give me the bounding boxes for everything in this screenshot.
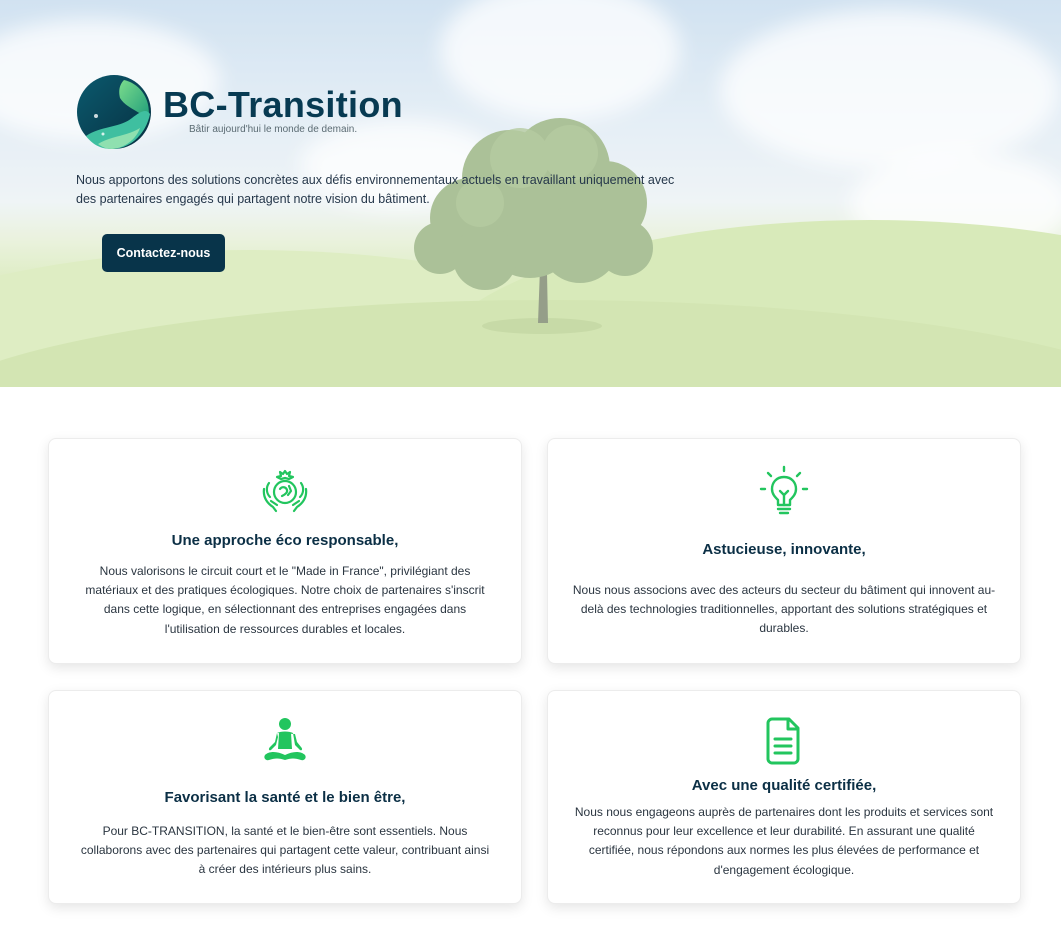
card-text: Nous valorisons le circuit court et le "…	[85, 564, 485, 636]
meditation-icon	[264, 718, 306, 761]
card-text: Pour BC-TRANSITION, la santé et le bien-…	[80, 824, 490, 877]
card-title: Avec une qualité certifiée,	[691, 777, 877, 794]
feature-card-health: Favorisant la santé et le bien être, Pou…	[48, 690, 522, 904]
card-text: Nous nous engageons auprès de partenaire…	[574, 805, 994, 877]
card-title: Astucieuse, innovante,	[702, 541, 866, 558]
contact-button[interactable]: Contactez-nous	[102, 234, 225, 272]
feature-card-innovation: Astucieuse, innovante, Nous nous associo…	[547, 438, 1021, 664]
feature-card-eco: Une approche éco responsable, Nous valor…	[48, 438, 522, 664]
eco-hands-icon	[262, 469, 308, 513]
feature-card-quality: Avec une qualité certifiée, Nous nous en…	[547, 690, 1021, 904]
lightbulb-icon	[759, 465, 809, 515]
card-title: Une approche éco responsable,	[171, 532, 399, 549]
hero-description: Nous apportons des solutions concrètes a…	[76, 173, 675, 206]
logo-icon	[77, 75, 151, 149]
card-text: Nous nous associons avec des acteurs du …	[572, 583, 996, 636]
hero-banner: BC-Transition Bâtir aujourd'hui le monde…	[0, 0, 1061, 387]
brand-header: BC-Transition Bâtir aujourd'hui le monde…	[76, 74, 436, 154]
brand-tagline: Bâtir aujourd'hui le monde de demain.	[189, 124, 358, 135]
card-title: Favorisant la santé et le bien être,	[164, 789, 406, 806]
brand-name: BC-Transition	[163, 84, 403, 125]
document-icon	[766, 717, 800, 765]
